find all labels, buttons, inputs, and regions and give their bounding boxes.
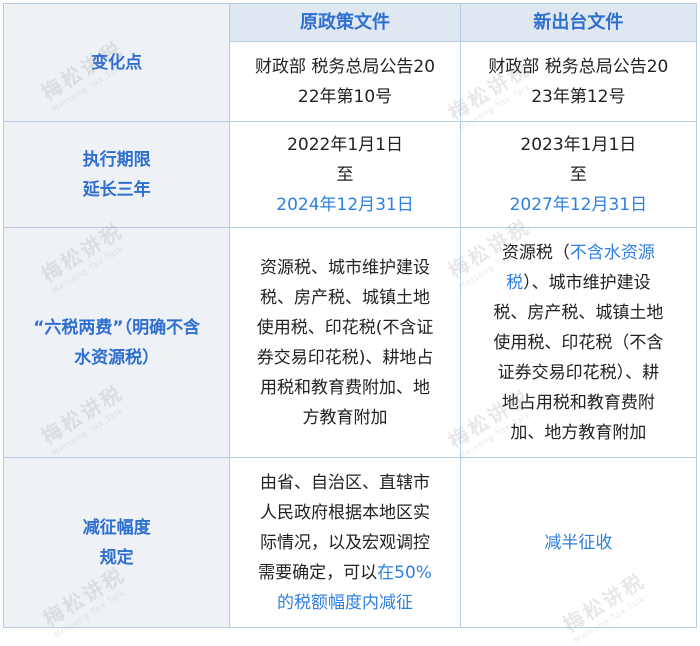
taxes-label-line: “六税两费”（明确不含	[33, 317, 201, 338]
range-label: 减征幅度 规定	[2, 457, 231, 628]
policy-comparison-page: 变化点 原政策文件 新出台文件 财政部 税务总局公告20 22年第10号 财政部…	[0, 0, 700, 645]
range-old-highlight-line: 的税额幅度内减征	[277, 592, 414, 613]
period-new-to: 至	[569, 164, 587, 185]
taxes-new-line: 使用税、印花税（不含	[493, 332, 664, 353]
range-old-line: 需要确定，可以在50%	[230, 558, 459, 588]
range-old-text: 需要确定，可以	[258, 562, 378, 583]
taxes-old-line: 用税和教育费附加、地	[260, 377, 431, 398]
range-old-line: 人民政府根据本地区实	[260, 502, 431, 523]
new-doc-cell: 财政部 税务总局公告20 23年第12号	[459, 41, 698, 122]
period-old-to: 至	[336, 164, 354, 185]
period-old: 2022年1月1日 至 2024年12月31日	[229, 121, 461, 228]
taxes-new-line: 加、地方教育附加	[510, 422, 647, 443]
period-old-end: 2024年12月31日	[276, 194, 414, 215]
period-new-end: 2027年12月31日	[509, 194, 648, 215]
taxes-old-line: 券交易印花税)、耕地占	[256, 347, 434, 368]
taxes-old-line: 税、房产税、城镇土地	[260, 287, 431, 308]
taxes-new-line: 资源税（不含水资源	[461, 238, 696, 268]
new-doc-line: 财政部 税务总局公告20	[488, 56, 669, 77]
range-old-highlight: 在50%	[377, 562, 432, 583]
range-old: 由省、自治区、直辖市 人民政府根据本地区实 际情况，以及宏观调控 需要确定，可以…	[229, 457, 461, 628]
period-row: 执行期限 延长三年 2022年1月1日 至 2024年12月31日 2023年1…	[2, 121, 698, 228]
header-change-point: 变化点	[2, 3, 231, 122]
header-new-policy: 新出台文件	[459, 3, 698, 42]
taxes-new-highlight: 不含水资源	[569, 242, 655, 263]
taxes-new-text: ）、城市维护建设	[523, 272, 651, 293]
range-row: 减征幅度 规定 由省、自治区、直辖市 人民政府根据本地区实 际情况，以及宏观调控…	[2, 457, 698, 628]
taxes-label: “六税两费”（明确不含 水资源税）	[2, 227, 231, 458]
old-doc-cell: 财政部 税务总局公告20 22年第10号	[229, 41, 461, 122]
new-doc-line: 23年第12号	[531, 86, 626, 107]
taxes-new-line: 税）、城市维护建设	[461, 268, 696, 298]
taxes-old-line: 使用税、印花税(不含证	[256, 317, 434, 338]
period-label-line: 延长三年	[82, 179, 151, 200]
taxes-new-line: 证券交易印花税）、耕	[497, 362, 660, 383]
header-old-policy: 原政策文件	[229, 3, 461, 42]
taxes-new-line: 税、房产税、城镇土地	[493, 302, 664, 323]
policy-comparison-table: 变化点 原政策文件 新出台文件 财政部 税务总局公告20 22年第10号 财政部…	[2, 3, 698, 628]
taxes-new: 资源税（不含水资源 税）、城市维护建设 税、房产税、城镇土地 使用税、印花税（不…	[459, 227, 698, 458]
taxes-new-line: 地占用税和教育费附	[501, 392, 655, 413]
range-old-line: 由省、自治区、直辖市	[260, 472, 431, 493]
taxes-row: “六税两费”（明确不含 水资源税） 资源税、城市维护建设 税、房产税、城镇土地 …	[2, 227, 698, 458]
old-doc-line: 22年第10号	[297, 86, 393, 107]
period-label-line: 执行期限	[82, 149, 151, 170]
taxes-new-highlight: 税	[506, 272, 524, 293]
range-old-line: 际情况，以及宏观调控	[260, 532, 431, 553]
range-new: 减半征收	[459, 457, 698, 628]
header-row: 变化点 原政策文件 新出台文件	[2, 3, 698, 122]
range-label-line: 规定	[99, 547, 134, 568]
range-label-line: 减征幅度	[82, 517, 151, 538]
period-new: 2023年1月1日 至 2027年12月31日	[459, 121, 698, 228]
old-doc-line: 财政部 税务总局公告20	[255, 56, 436, 77]
taxes-old-line: 方教育附加	[302, 407, 388, 428]
taxes-label-line: 水资源税）	[74, 347, 160, 368]
period-new-start: 2023年1月1日	[520, 134, 637, 155]
taxes-old: 资源税、城市维护建设 税、房产税、城镇土地 使用税、印花税(不含证 券交易印花税…	[229, 227, 461, 458]
taxes-old-line: 资源税、城市维护建设	[260, 257, 431, 278]
period-old-start: 2022年1月1日	[287, 134, 403, 155]
period-label: 执行期限 延长三年	[2, 121, 231, 228]
taxes-new-text: 资源税（	[501, 242, 570, 263]
